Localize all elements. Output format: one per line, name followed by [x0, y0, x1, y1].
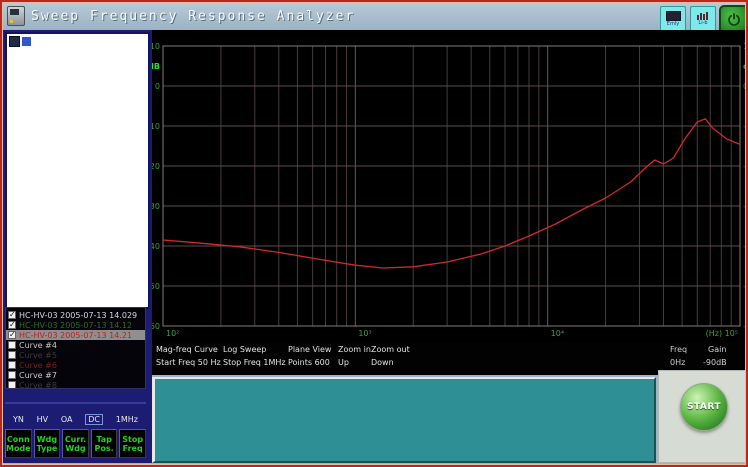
menu-item-zoom-out[interactable]: Zoom out — [371, 345, 410, 354]
window-title: Sweep Frequency Response Analyzer — [31, 9, 355, 24]
y-tick-label-left: -10 — [152, 122, 160, 131]
title-bar: Sweep Frequency Response Analyzer Emly L… — [2, 2, 746, 30]
tap-pos--button[interactable]: TapPos. — [91, 429, 118, 458]
wdg-type-button[interactable]: WdgType — [34, 429, 61, 458]
curve-list-item[interactable]: ✓HC-HV-03 2005-07-13 14.029 — [6, 310, 145, 320]
start-button-label: START — [687, 402, 721, 412]
curve-label: Curve #4 — [19, 341, 57, 350]
y-tick-label-left: 0 — [155, 82, 160, 91]
menu-item-plane-view[interactable]: Plane View — [288, 345, 331, 354]
meter-icon — [666, 11, 681, 21]
test-params-row: YN HV OA DC 1MHz — [5, 411, 146, 427]
curve-list: ✓HC-HV-03 2005-07-13 14.029✓HC-HV-03 200… — [5, 307, 146, 389]
y-tick-label-right: -30 — [743, 202, 746, 211]
x-axis-unit: (Hz) 10⁵ — [706, 329, 738, 338]
y-tick-label-right: -40 — [743, 242, 746, 251]
y-tick-label-left: -20 — [152, 162, 160, 171]
curve-list-item[interactable]: Curve #7 — [6, 370, 145, 380]
menu-item-zoom-in[interactable]: Zoom in — [338, 345, 371, 354]
left-sidebar: ✓HC-HV-03 2005-07-13 14.029✓HC-HV-03 200… — [2, 30, 152, 463]
freq-readout-label: Freq — [670, 345, 687, 354]
power-icon: ⏻ — [728, 11, 740, 29]
status-panel — [152, 377, 656, 463]
app-icon — [7, 6, 25, 26]
menu-item-log-sweep[interactable]: Log Sweep — [223, 345, 266, 354]
curr-wdg-button[interactable]: Curr.Wdg — [62, 429, 89, 458]
param-value-hv: HV — [37, 415, 49, 424]
y-axis-unit-right: dB — [743, 62, 746, 71]
gain-readout-label: Gain — [708, 345, 726, 354]
y-tick-label-left: -60 — [152, 322, 160, 331]
sidebar-divider — [5, 402, 146, 404]
y-tick-label-left: -40 — [152, 242, 160, 251]
tree-root-node[interactable] — [9, 36, 148, 47]
param-value-dc: DC — [85, 414, 103, 425]
y-tick-label-right: -50 — [743, 282, 746, 291]
fra-chart: 10 10 0 0 -10 -10 -20 -20 -30 -30 -40 -40 -50 -50 -60 -… — [152, 30, 746, 341]
plot-border — [163, 46, 740, 326]
meter-button-label: Emly — [667, 22, 679, 27]
y-tick-label-left: -30 — [152, 202, 160, 211]
curve-label: HC-HV-03 2005-07-13 14.029 — [19, 311, 137, 320]
selected-node-marker — [22, 37, 31, 46]
y-tick-label-right: -60 — [743, 322, 746, 331]
device-node-icon — [9, 36, 20, 47]
curve-checkbox[interactable] — [8, 341, 16, 349]
start-panel: START — [658, 370, 746, 463]
curve-checkbox[interactable]: ✓ — [8, 321, 16, 329]
curve-list-item[interactable]: Curve #4 — [6, 340, 145, 350]
setting-buttons-row: ConnModeWdgTypeCurr.WdgTapPos.StopFreq — [5, 429, 146, 458]
battery-bars-icon — [697, 12, 710, 20]
y-tick-label-left: -50 — [152, 282, 160, 291]
menu-item-mag-freq-curve[interactable]: Mag-freq Curve — [156, 345, 218, 354]
battery-button-label: Li-b — [698, 21, 707, 26]
curve-checkbox[interactable]: ✓ — [8, 311, 16, 319]
curve-list-item[interactable]: Curve #6 — [6, 360, 145, 370]
menu-item-up[interactable]: Up — [338, 358, 349, 367]
freq-readout-value: 0Hz — [670, 358, 685, 367]
start-button[interactable]: START — [680, 383, 728, 431]
curve-label: Curve #6 — [19, 361, 57, 370]
menu-item-stop-freq-1mhz[interactable]: Stop Freq 1MHz — [223, 358, 286, 367]
curve-list-item[interactable]: Curve #5 — [6, 350, 145, 360]
y-tick-label-right: -10 — [743, 122, 746, 131]
x-tick-label: 10⁴ — [551, 329, 564, 338]
conn-mode-button[interactable]: ConnMode — [5, 429, 32, 458]
record-tree-listbox[interactable] — [5, 32, 150, 309]
curve-checkbox[interactable]: ✓ — [8, 331, 16, 339]
curve-checkbox[interactable] — [8, 381, 16, 389]
y-tick-label-right: 10 — [743, 42, 746, 51]
chart-menu-bar: Freq Gain 0Hz -90dB Mag-freq Curve Log Sw… — [152, 341, 746, 375]
battery-utility-button[interactable]: Li-b — [690, 6, 716, 32]
gain-readout-value: -90dB — [703, 358, 727, 367]
y-axis-unit-left: dB — [152, 62, 160, 71]
curve-list-item[interactable]: ✓HC-HV-03 2005-07-13 14.12 — [6, 320, 145, 330]
menu-item-down[interactable]: Down — [371, 358, 394, 367]
y-tick-label-right: 0 — [743, 82, 746, 91]
param-value-oa: OA — [61, 415, 73, 424]
curve-checkbox[interactable] — [8, 351, 16, 359]
curve-checkbox[interactable] — [8, 361, 16, 369]
stop-freq-button[interactable]: StopFreq — [119, 429, 146, 458]
fra-chart-svg: 10 10 0 0 -10 -10 -20 -20 -30 -30 -40 -40 -50 -50 -60 -… — [152, 30, 746, 341]
param-value-1mhz: 1MHz — [116, 415, 138, 424]
y-tick-label-right: -20 — [743, 162, 746, 171]
param-value-yn: YN — [13, 415, 24, 424]
curve-label: Curve #7 — [19, 371, 57, 380]
curve-label: Curve #8 — [19, 381, 57, 390]
meter-utility-button[interactable]: Emly — [660, 6, 686, 32]
curve-label: HC-HV-03 2005-07-13 14.21 — [19, 331, 132, 340]
curve-list-item[interactable]: Curve #8 — [6, 380, 145, 389]
y-tick-label-left: 10 — [152, 42, 160, 51]
menu-item-points-600[interactable]: Points 600 — [288, 358, 330, 367]
menu-item-start-freq-50-hz[interactable]: Start Freq 50 Hz — [156, 358, 221, 367]
curve-list-item[interactable]: ✓HC-HV-03 2005-07-13 14.21 — [6, 330, 145, 340]
curve-checkbox[interactable] — [8, 371, 16, 379]
x-tick-label: 10³ — [358, 329, 371, 338]
curve-label: Curve #5 — [19, 351, 57, 360]
curve-label: HC-HV-03 2005-07-13 14.12 — [19, 321, 132, 330]
x-tick-label: 10² — [166, 329, 179, 338]
